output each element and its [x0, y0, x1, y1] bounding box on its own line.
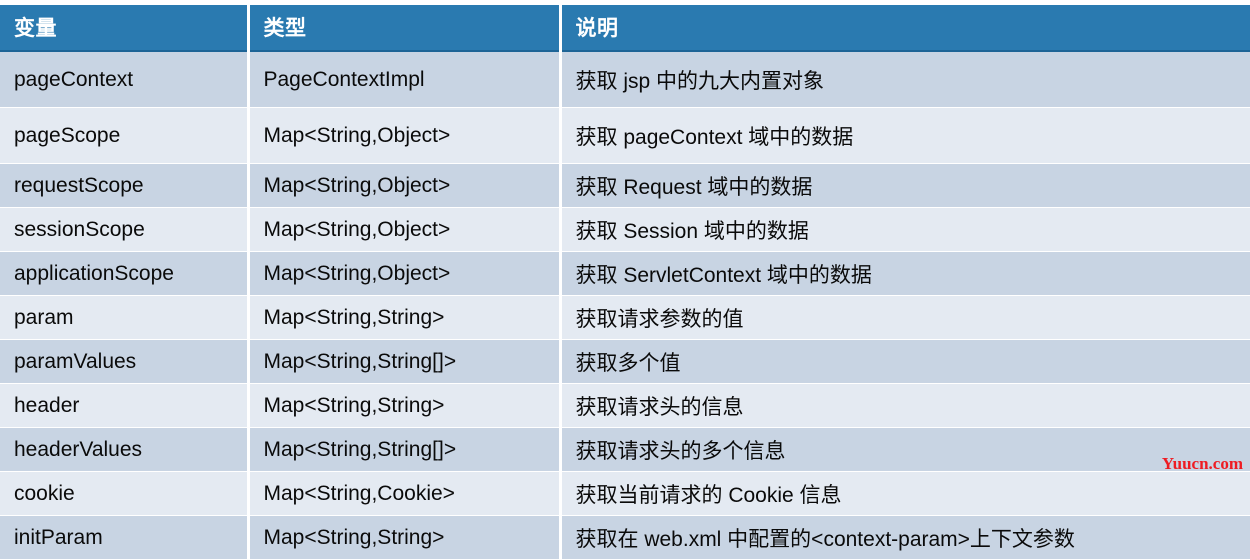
cell-type: Map<String,Object>	[248, 251, 562, 296]
cell-description: 获取 Request 域中的数据	[560, 163, 1250, 208]
jsp-implicit-objects-table: 变量 类型 说明 pageContext PageContextImpl 获取 …	[0, 5, 1250, 560]
jsp-implicit-objects-table-container: 变量 类型 说明 pageContext PageContextImpl 获取 …	[0, 0, 1250, 560]
table-row: headerValues Map<String,String[]> 获取请求头的…	[0, 427, 1250, 472]
table-header: 变量 类型 说明	[0, 5, 1250, 52]
cell-type: Map<String,Object>	[248, 163, 562, 208]
cell-variable: applicationScope	[0, 251, 250, 296]
table-row: cookie Map<String,Cookie> 获取当前请求的 Cookie…	[0, 471, 1250, 516]
table-header-row: 变量 类型 说明	[0, 5, 1250, 52]
cell-type: Map<String,String[]>	[248, 427, 562, 472]
column-header-description: 说明	[560, 5, 1250, 52]
cell-type: PageContextImpl	[248, 51, 562, 108]
cell-variable: sessionScope	[0, 207, 250, 252]
cell-description: 获取 jsp 中的九大内置对象	[560, 51, 1250, 108]
cell-variable: header	[0, 383, 250, 428]
cell-type: Map<String,Cookie>	[248, 471, 562, 516]
cell-description: 获取请求参数的值	[560, 295, 1250, 340]
table-row: pageScope Map<String,Object> 获取 pageCont…	[0, 107, 1250, 164]
cell-description: 获取 pageContext 域中的数据	[560, 107, 1250, 164]
table-row: applicationScope Map<String,Object> 获取 S…	[0, 251, 1250, 296]
cell-variable: param	[0, 295, 250, 340]
table-row: requestScope Map<String,Object> 获取 Reque…	[0, 163, 1250, 208]
cell-description: 获取多个值	[560, 339, 1250, 384]
table-row: param Map<String,String> 获取请求参数的值	[0, 295, 1250, 340]
table-row: initParam Map<String,String> 获取在 web.xml…	[0, 515, 1250, 560]
cell-description: 获取请求头的信息	[560, 383, 1250, 428]
cell-type: Map<String,Object>	[248, 107, 562, 164]
table-row: pageContext PageContextImpl 获取 jsp 中的九大内…	[0, 51, 1250, 108]
column-header-type: 类型	[248, 5, 562, 52]
cell-variable: requestScope	[0, 163, 250, 208]
cell-type: Map<String,String>	[248, 515, 562, 560]
cell-variable: initParam	[0, 515, 250, 560]
cell-variable: paramValues	[0, 339, 250, 384]
table-row: paramValues Map<String,String[]> 获取多个值	[0, 339, 1250, 384]
cell-description: 获取请求头的多个信息	[560, 427, 1250, 472]
cell-variable: headerValues	[0, 427, 250, 472]
cell-description: 获取 ServletContext 域中的数据	[560, 251, 1250, 296]
cell-variable: pageScope	[0, 107, 250, 164]
cell-type: Map<String,String[]>	[248, 339, 562, 384]
cell-variable: pageContext	[0, 51, 250, 108]
cell-type: Map<String,String>	[248, 383, 562, 428]
table-row: header Map<String,String> 获取请求头的信息	[0, 383, 1250, 428]
table-row: sessionScope Map<String,Object> 获取 Sessi…	[0, 207, 1250, 252]
column-header-variable: 变量	[0, 5, 250, 52]
cell-type: Map<String,Object>	[248, 207, 562, 252]
cell-variable: cookie	[0, 471, 250, 516]
table-body: pageContext PageContextImpl 获取 jsp 中的九大内…	[0, 51, 1250, 560]
cell-description: 获取在 web.xml 中配置的<context-param>上下文参数	[560, 515, 1250, 560]
cell-description: 获取 Session 域中的数据	[560, 207, 1250, 252]
cell-description: 获取当前请求的 Cookie 信息	[560, 471, 1250, 516]
cell-type: Map<String,String>	[248, 295, 562, 340]
